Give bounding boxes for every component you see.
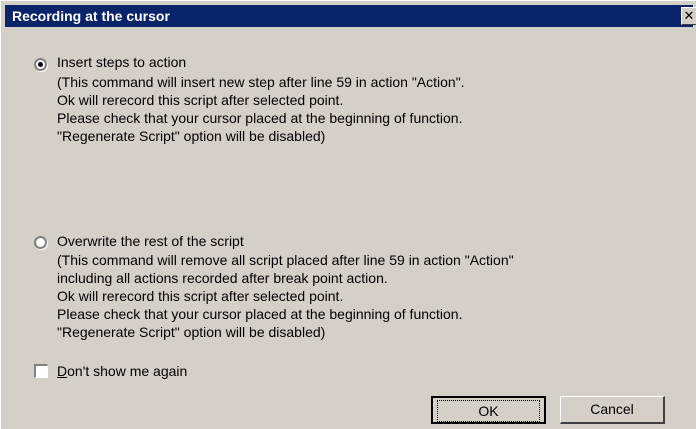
- insert-steps-description: (This command will insert new step after…: [57, 73, 465, 145]
- description-line: (This command will remove all script pla…: [57, 252, 514, 268]
- cancel-button-label: Cancel: [590, 401, 634, 417]
- description-line: Please check that your cursor placed at …: [57, 110, 463, 126]
- description-line: Ok will rerecord this script after selec…: [57, 288, 344, 304]
- close-icon: ✕: [683, 8, 695, 23]
- description-line: including all actions recorded after bre…: [57, 270, 388, 286]
- close-button[interactable]: ✕: [681, 7, 696, 25]
- title-bar[interactable]: Recording at the cursor ✕: [5, 5, 696, 27]
- ok-button-label: OK: [437, 400, 540, 422]
- recording-dialog: Recording at the cursor ✕ Insert steps t…: [0, 0, 696, 429]
- description-line: "Regenerate Script" option will be disab…: [57, 324, 326, 340]
- insert-steps-label[interactable]: Insert steps to action: [57, 54, 186, 70]
- dont-show-checkbox[interactable]: [34, 364, 48, 378]
- radio-selected-dot: [38, 62, 43, 67]
- cancel-button[interactable]: Cancel: [560, 396, 665, 424]
- description-line: (This command will insert new step after…: [57, 74, 465, 90]
- overwrite-rest-label[interactable]: Overwrite the rest of the script: [57, 233, 244, 249]
- overwrite-rest-description: (This command will remove all script pla…: [57, 251, 514, 341]
- overwrite-rest-radio[interactable]: [34, 236, 47, 249]
- insert-steps-radio[interactable]: [34, 58, 47, 71]
- dialog-title: Recording at the cursor: [12, 8, 170, 24]
- description-line: Ok will rerecord this script after selec…: [57, 92, 344, 108]
- description-line: Please check that your cursor placed at …: [57, 306, 463, 322]
- dont-show-label[interactable]: Don't show me again: [57, 363, 187, 379]
- ok-button[interactable]: OK: [431, 396, 546, 424]
- description-line: "Regenerate Script" option will be disab…: [57, 128, 326, 144]
